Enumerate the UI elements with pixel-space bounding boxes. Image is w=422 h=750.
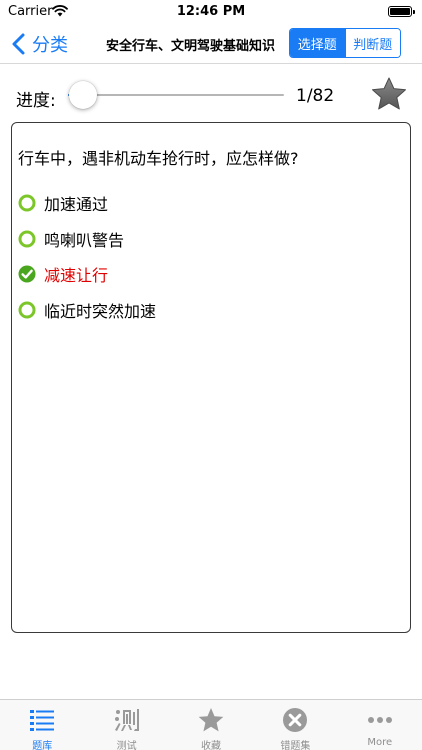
- navigation-bar: 分类 安全行车、文明驾驶基础知识 选择题 判断题: [0, 24, 422, 64]
- question-type-segmented-control: 选择题 判断题: [289, 28, 401, 58]
- option-c-correct[interactable]: 减速让行: [18, 262, 108, 286]
- radio-unselected-icon: [18, 230, 36, 248]
- list-icon: [30, 710, 55, 731]
- progress-slider[interactable]: [68, 80, 284, 110]
- tab-favorites[interactable]: 收藏: [169, 700, 253, 750]
- tab-label: 测试: [116, 741, 137, 750]
- tab-bar: 题库 测试 收藏 错题集 More: [0, 699, 422, 750]
- progress-label: 进度:: [16, 91, 56, 111]
- tab-label: 错题集: [280, 741, 311, 750]
- chevron-left-icon: [12, 33, 25, 55]
- status-bar: Carrier 12:46 PM: [0, 0, 422, 24]
- tab-test[interactable]: 测试: [84, 700, 168, 750]
- tab-wrong-answers[interactable]: 错题集: [253, 700, 337, 750]
- tab-more[interactable]: More: [338, 700, 422, 750]
- more-icon: [367, 717, 392, 723]
- clock: 12:46 PM: [176, 4, 246, 19]
- question-text: 行车中，遇非机动车抢行时，应怎样做?: [18, 149, 299, 168]
- option-label: 减速让行: [44, 266, 109, 285]
- option-b[interactable]: 鸣喇叭警告: [18, 227, 124, 251]
- page-title: 安全行车、文明驾驶基础知识: [106, 39, 276, 54]
- test-glyph-icon: [114, 709, 139, 731]
- question-card: 行车中，遇非机动车抢行时，应怎样做? 加速通过 鸣喇叭警告 减速让行 临近时突然…: [11, 122, 411, 633]
- back-button-label: 分类: [32, 35, 68, 56]
- tab-label: 收藏: [201, 741, 222, 750]
- segment-choice-questions[interactable]: 选择题: [290, 29, 345, 57]
- option-label: 加速通过: [44, 195, 109, 214]
- checkmark-circle-icon: [18, 265, 36, 283]
- battery-level: [390, 8, 410, 15]
- option-a[interactable]: 加速通过: [18, 191, 108, 215]
- option-label: 临近时突然加速: [44, 302, 157, 321]
- star-icon: [198, 708, 224, 732]
- favorite-star-button[interactable]: [370, 76, 408, 112]
- tab-label: More: [367, 737, 393, 748]
- segment-true-false-questions[interactable]: 判断题: [344, 29, 400, 57]
- slider-thumb[interactable]: [69, 81, 98, 109]
- tab-label: 题库: [32, 741, 53, 750]
- battery-icon: [388, 6, 415, 17]
- radio-unselected-icon: [18, 301, 36, 319]
- radio-unselected-icon: [18, 194, 36, 212]
- progress-count: 1/82: [296, 86, 335, 106]
- option-label: 鸣喇叭警告: [44, 231, 125, 250]
- back-button[interactable]: 分类: [10, 30, 68, 58]
- x-circle-icon: [283, 708, 308, 732]
- slider-track: [68, 94, 284, 96]
- tab-question-bank[interactable]: 题库: [0, 700, 84, 750]
- star-icon: [372, 77, 406, 110]
- option-d[interactable]: 临近时突然加速: [18, 298, 156, 322]
